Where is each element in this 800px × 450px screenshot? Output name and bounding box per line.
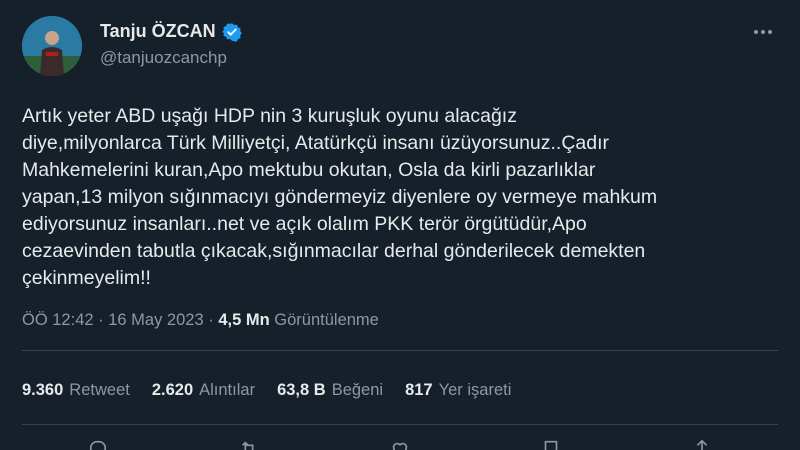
like-icon[interactable] [389,438,411,450]
meta-separator: · [208,311,214,329]
quote-stat[interactable]: 2.620 Alıntılar [152,381,255,400]
quote-count: 2.620 [151,381,194,399]
retweet-icon[interactable] [238,438,260,450]
meta-separator: · [98,311,104,329]
engagement-stats: 9.360 Retweet 2.620 Alıntılar 63,8 B Beğ… [22,381,511,400]
more-options-icon[interactable] [754,30,772,34]
author-info: Tanju ÖZCAN @tanjuozcanchp [100,21,242,68]
user-handle[interactable]: @tanjuozcanchp [100,48,242,68]
share-icon[interactable] [691,438,713,450]
divider [22,424,778,425]
display-name[interactable]: Tanju ÖZCAN [100,21,216,42]
tweet-time[interactable]: ÖÖ 12:42 [22,311,94,329]
reply-icon[interactable] [87,438,109,450]
bookmark-count: 817 [405,381,433,399]
like-count: 63,8 B [277,381,326,399]
action-bar [22,438,778,450]
like-stat[interactable]: 63,8 B Beğeni [277,381,383,400]
tweet-detail: Tanju ÖZCAN @tanjuozcanchp Artık yeter A… [0,0,800,450]
tweet-date[interactable]: 16 May 2023 [108,311,203,329]
like-label: Beğeni [331,381,384,399]
divider [22,350,778,351]
retweet-label: Retweet [69,381,130,399]
quote-label: Alıntılar [199,381,256,399]
tweet-text: Artık yeter ABD uşağı HDP nin 3 kuruşluk… [22,105,658,289]
retweet-stat[interactable]: 9.360 Retweet [22,381,130,400]
bookmark-label: Yer işareti [438,381,512,399]
views-count: 4,5 Mn [218,311,270,329]
retweet-count: 9.360 [22,381,64,399]
bookmark-stat[interactable]: 817 Yer işareti [405,381,511,400]
verified-badge-icon [221,22,242,42]
avatar[interactable] [22,16,82,76]
tweet-meta: ÖÖ 12:42 · 16 May 2023 · 4,5 Mn Görüntül… [22,311,379,330]
views-label: Görüntülenme [274,311,379,329]
bookmark-icon[interactable] [540,438,562,450]
